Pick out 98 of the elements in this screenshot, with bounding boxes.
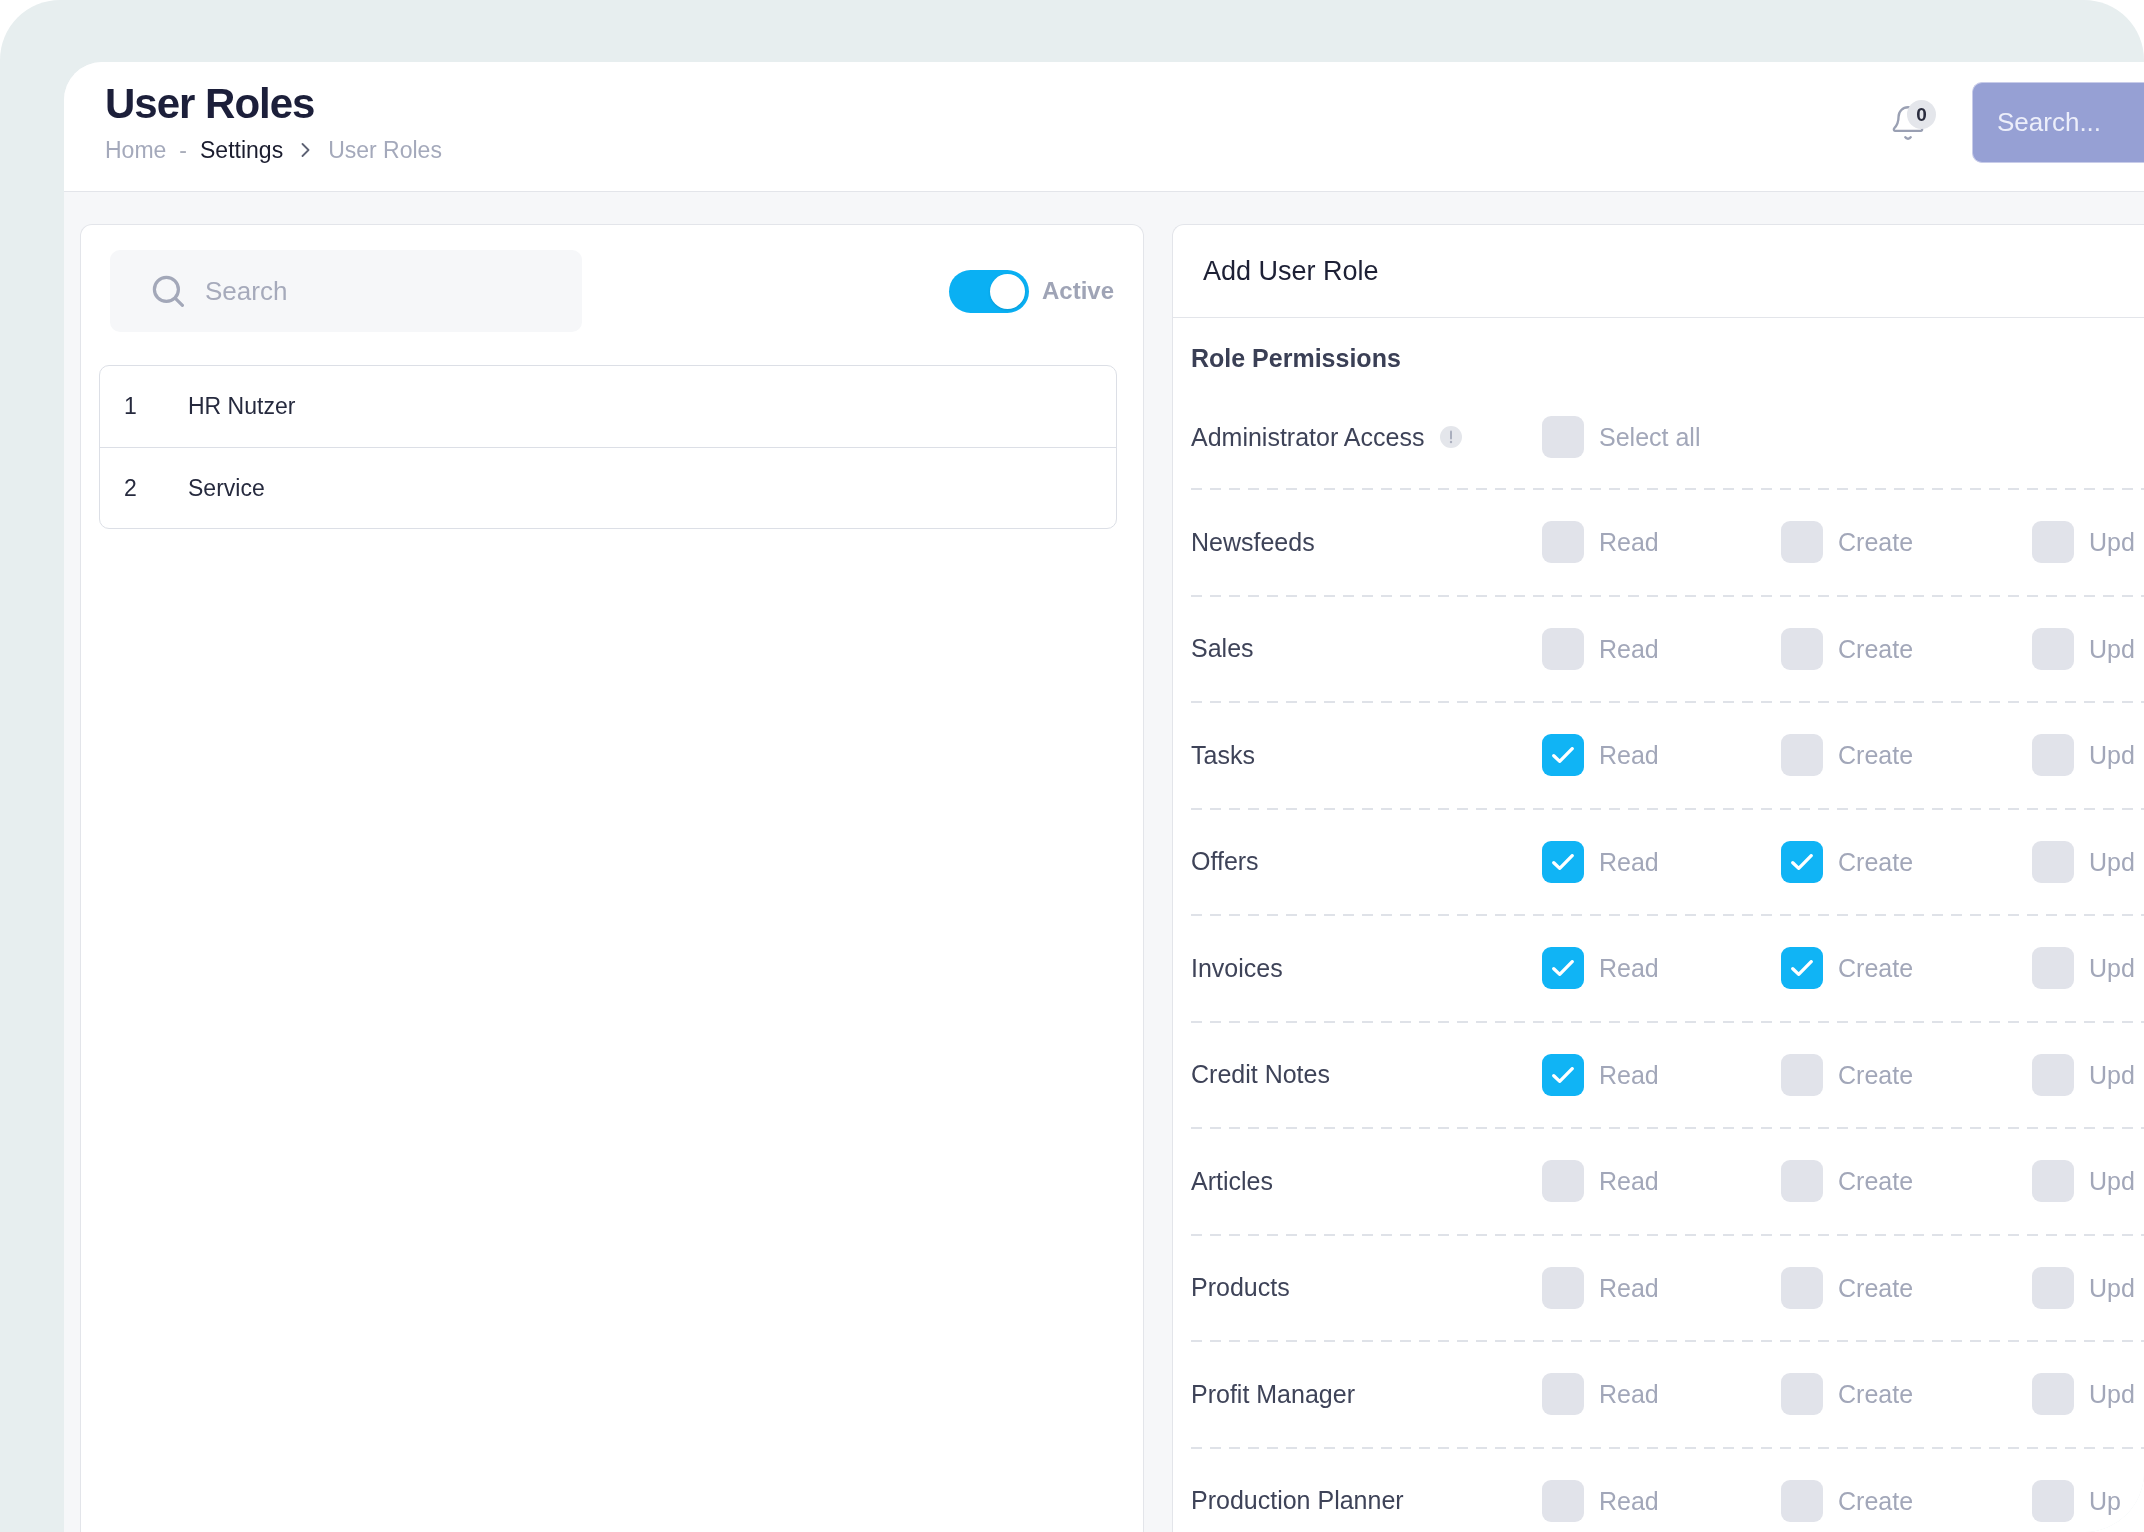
checkbox-label[interactable]: Read: [1599, 740, 1659, 771]
checkbox[interactable]: [1781, 627, 1823, 670]
permission-name: Invoices: [1191, 953, 1283, 982]
checkbox[interactable]: [1542, 1160, 1584, 1203]
checkbox[interactable]: [2032, 1479, 2074, 1522]
checkbox-label[interactable]: Create: [1838, 846, 1914, 877]
permission-name: Offers: [1191, 847, 1259, 876]
permission-name: Administrator Access: [1191, 422, 1425, 452]
checkbox[interactable]: [1542, 1479, 1584, 1522]
checkbox[interactable]: [2032, 1373, 2074, 1416]
check-icon: [1552, 853, 1574, 870]
checkbox[interactable]: [1781, 1160, 1823, 1203]
checkbox-label[interactable]: Read: [1599, 1379, 1659, 1410]
checkbox[interactable]: [1781, 1053, 1823, 1096]
permission-name: Articles: [1191, 1166, 1273, 1195]
permission-name: Sales: [1191, 634, 1254, 663]
checkbox[interactable]: [1542, 840, 1584, 883]
row-number: 2: [124, 474, 137, 501]
breadcrumb-link[interactable]: Home: [105, 136, 167, 164]
checkbox[interactable]: [2032, 1266, 2074, 1309]
chevron-right-icon: [301, 143, 311, 157]
checkbox[interactable]: [1542, 1053, 1584, 1096]
checkbox-label[interactable]: Create: [1838, 1379, 1914, 1410]
role-name[interactable]: Service: [188, 470, 265, 506]
checkbox-label[interactable]: Up: [2089, 1485, 2121, 1516]
checkbox-label[interactable]: Upd: [2089, 740, 2135, 771]
breadcrumb-separator: -: [179, 136, 188, 164]
checkbox[interactable]: [1542, 416, 1584, 458]
role-name[interactable]: HR Nutzer: [188, 389, 296, 424]
panel-title: Add User Role: [1203, 254, 1379, 288]
toggle-switch[interactable]: [948, 269, 1029, 313]
permission-name: Tasks: [1191, 740, 1255, 769]
search-field[interactable]: Search...: [1972, 82, 2144, 163]
checkbox[interactable]: [1542, 1266, 1584, 1309]
checkbox[interactable]: [1781, 734, 1823, 777]
checkbox-label[interactable]: Read: [1599, 633, 1659, 664]
permission-name: Production Planner: [1191, 1486, 1404, 1515]
checkbox-label[interactable]: Create: [1838, 1166, 1914, 1197]
checkbox[interactable]: [1542, 627, 1584, 670]
row-number: 1: [124, 393, 137, 420]
checkbox[interactable]: [1781, 840, 1823, 883]
check-icon: [1552, 960, 1574, 977]
checkbox-label[interactable]: Read: [1599, 1166, 1659, 1197]
checkbox-label[interactable]: Read: [1599, 846, 1659, 877]
checkbox[interactable]: [1542, 1373, 1584, 1416]
checkbox-label[interactable]: Upd: [2089, 633, 2135, 664]
checkbox-label[interactable]: Create: [1838, 1272, 1914, 1303]
info-icon: [1440, 426, 1463, 448]
checkbox-label[interactable]: Select all: [1599, 422, 1701, 452]
check-icon: [1791, 853, 1813, 870]
checkbox[interactable]: [1781, 1479, 1823, 1522]
check-icon: [1791, 960, 1813, 977]
permission-name: Credit Notes: [1191, 1060, 1330, 1089]
checkbox[interactable]: [2032, 947, 2074, 990]
checkbox-label[interactable]: Read: [1599, 527, 1659, 558]
checkbox-label[interactable]: Create: [1838, 633, 1914, 664]
checkbox-label[interactable]: Read: [1599, 1485, 1659, 1516]
checkbox-label[interactable]: Upd: [2089, 1059, 2135, 1090]
toggle-label[interactable]: Active: [1041, 273, 1114, 309]
checkbox[interactable]: [1781, 947, 1823, 990]
checkbox-label[interactable]: Upd: [2089, 1272, 2135, 1303]
permission-name: Profit Manager: [1191, 1379, 1355, 1408]
checkbox[interactable]: [2032, 734, 2074, 777]
permission-name: Products: [1191, 1273, 1290, 1302]
notification-count: 0: [1907, 99, 1936, 129]
checkbox[interactable]: [1542, 947, 1584, 990]
check-icon: [1552, 747, 1574, 764]
checkbox-label[interactable]: Read: [1599, 1059, 1659, 1090]
checkbox-label[interactable]: Create: [1838, 740, 1914, 771]
checkbox[interactable]: [1781, 1373, 1823, 1416]
permission-name: Newsfeeds: [1191, 527, 1315, 556]
check-icon: [1552, 1066, 1574, 1083]
checkbox[interactable]: [1542, 521, 1584, 564]
checkbox-label[interactable]: Upd: [2089, 527, 2135, 558]
checkbox[interactable]: [2032, 1160, 2074, 1203]
checkbox[interactable]: [2032, 1053, 2074, 1096]
checkbox-label[interactable]: Read: [1599, 953, 1659, 984]
checkbox[interactable]: [1542, 734, 1584, 777]
checkbox-label[interactable]: Create: [1838, 1485, 1914, 1516]
checkbox-label[interactable]: Create: [1838, 1059, 1914, 1090]
page-title: User Roles: [105, 82, 316, 126]
checkbox[interactable]: [1781, 521, 1823, 564]
checkbox-label[interactable]: Read: [1599, 1272, 1659, 1303]
checkbox-label[interactable]: Create: [1838, 527, 1914, 558]
checkbox[interactable]: [2032, 627, 2074, 670]
checkbox-label[interactable]: Upd: [2089, 846, 2135, 877]
checkbox-label[interactable]: Upd: [2089, 1379, 2135, 1410]
breadcrumb-link[interactable]: Settings: [200, 136, 284, 164]
checkbox-label[interactable]: Upd: [2089, 1166, 2135, 1197]
section-title: Role Permissions: [1191, 343, 1401, 373]
checkbox-label[interactable]: Upd: [2089, 953, 2135, 984]
checkbox[interactable]: [2032, 840, 2074, 883]
breadcrumb-link[interactable]: User Roles: [328, 136, 442, 164]
checkbox[interactable]: [1781, 1266, 1823, 1309]
checkbox[interactable]: [2032, 521, 2074, 564]
search-icon: [152, 275, 184, 307]
search-field[interactable]: Search: [110, 250, 582, 332]
checkbox-label[interactable]: Create: [1838, 953, 1914, 984]
